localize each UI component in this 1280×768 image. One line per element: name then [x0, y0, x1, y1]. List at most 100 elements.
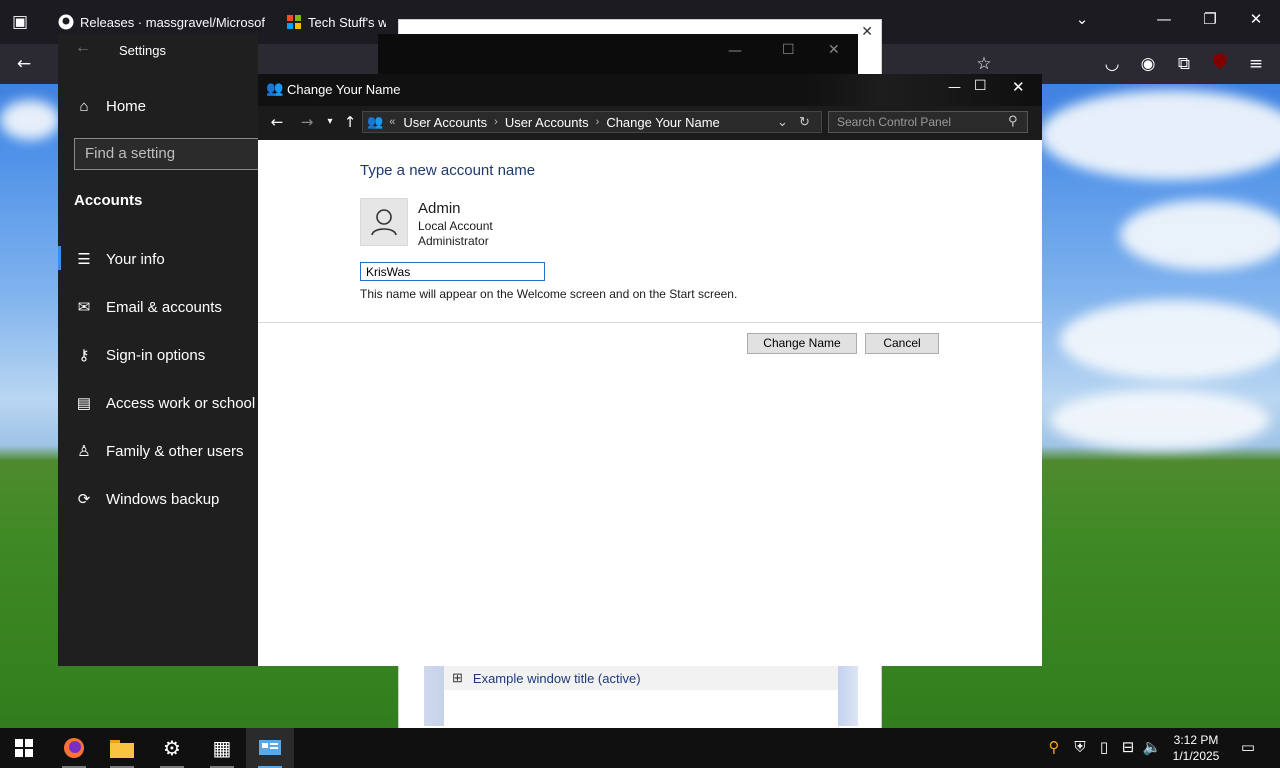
folder-icon — [110, 740, 134, 758]
sidebar-item-label: Access work or school — [106, 394, 256, 412]
network-icon[interactable]: ⊟ — [1118, 738, 1138, 756]
recent-locations-icon[interactable]: ▾ — [320, 116, 340, 127]
forward-arrow-icon[interactable]: → — [297, 113, 317, 131]
back-arrow-icon[interactable]: ← — [12, 52, 36, 76]
file-explorer-taskbar-button[interactable] — [98, 728, 146, 768]
find-setting-input[interactable]: Find a setting — [74, 138, 264, 170]
divider — [258, 322, 1042, 323]
search-icon[interactable]: ⚲ — [1044, 738, 1064, 756]
breadcrumb-item[interactable]: Change Your Name — [606, 115, 719, 130]
back-arrow-icon[interactable]: ← — [267, 113, 287, 131]
sidebar-item-home[interactable]: ⌂ Home — [74, 98, 146, 115]
cancel-button[interactable]: Cancel — [865, 333, 939, 354]
sidebar-item-your-info[interactable]: ☰ Your info — [74, 250, 165, 269]
key-icon: ⚷ — [78, 347, 90, 364]
ublock-icon[interactable] — [1208, 52, 1232, 76]
restore-icon[interactable]: ❐ — [1198, 10, 1222, 28]
change-name-button[interactable]: Change Name — [747, 333, 857, 354]
address-bar[interactable]: 👥 « User Accounts › User Accounts › Chan… — [362, 111, 822, 133]
breadcrumb-separator-icon[interactable]: › — [596, 116, 600, 128]
control-panel-taskbar-button[interactable] — [246, 728, 294, 768]
close-icon[interactable]: ✕ — [828, 42, 840, 58]
taskbar: ⚙ ▦ ⚲ ⛨ ▯ ⊟ 🔈 3:12 PM 1/1/2025 ▭ — [0, 728, 1280, 768]
minimize-icon[interactable]: — — [1152, 10, 1176, 28]
sidebar-item-label: Home — [106, 98, 147, 115]
example-window-titlebar: ⊞ Example window title (active) — [444, 666, 838, 690]
change-name-window: 👥 Change Your Name — ☐ ✕ ← → ▾ ↑ 👥 « Use… — [258, 74, 1042, 666]
clock-date: 1/1/2025 — [1172, 749, 1220, 763]
breadcrumb-item[interactable]: User Accounts — [505, 115, 589, 130]
tab-list-icon[interactable]: ▣ — [8, 10, 32, 34]
clock[interactable]: 3:12 PM 1/1/2025 — [1166, 732, 1226, 764]
sidebar-item-backup[interactable]: ⟳ Windows backup — [74, 490, 220, 509]
account-role: Administrator — [418, 234, 489, 248]
sidebar-item-signin[interactable]: ⚷ Sign-in options — [74, 346, 206, 365]
refresh-icon[interactable]: ↻ — [799, 114, 810, 130]
new-name-field[interactable] — [360, 262, 545, 281]
overflow-chevron-icon[interactable]: « — [389, 116, 395, 128]
github-icon — [58, 14, 74, 30]
windows-logo-icon — [15, 739, 33, 757]
person-add-icon: ♙ — [77, 443, 91, 460]
breadcrumb-item[interactable]: User Accounts — [403, 115, 487, 130]
security-shield-icon[interactable]: ⛨ — [1070, 738, 1090, 756]
users-icon: 👥 — [266, 81, 284, 97]
settings-title: Settings — [119, 43, 166, 58]
avatar — [360, 198, 408, 246]
extensions-icon[interactable]: ⧉ — [1172, 52, 1196, 76]
window-titlebar: 👥 Change Your Name — ☐ ✕ — [258, 74, 1042, 106]
chevron-down-icon[interactable]: ⌄ — [777, 114, 788, 130]
settings-taskbar-button[interactable]: ⚙ — [148, 728, 196, 768]
user-icon — [371, 209, 397, 236]
app-taskbar-button[interactable]: ▦ — [198, 728, 246, 768]
maximize-icon[interactable]: ☐ — [974, 78, 987, 94]
firefox-icon — [64, 738, 84, 758]
window-title: Change Your Name — [287, 82, 401, 97]
home-icon: ⌂ — [79, 98, 89, 115]
breadcrumb-separator-icon[interactable]: › — [494, 116, 498, 128]
search-control-panel-input[interactable]: Search Control Panel — [828, 111, 1028, 133]
example-window-title: Example window title (active) — [472, 670, 641, 686]
close-tab-icon[interactable]: ✕ — [265, 14, 268, 31]
close-icon[interactable]: ✕ — [861, 24, 873, 40]
up-arrow-icon[interactable]: ↑ — [340, 113, 360, 131]
gear-icon: ⚙ — [163, 736, 181, 760]
sidebar-item-label: Your info — [106, 250, 165, 268]
close-icon[interactable]: ✕ — [1244, 10, 1268, 28]
search-icon[interactable]: ⚲ — [1008, 114, 1018, 129]
tab-label: Releases · massgravel/Microsof — [80, 14, 265, 30]
hint-text: This name will appear on the Welcome scr… — [360, 287, 738, 301]
sidebar-item-label: Email & accounts — [106, 298, 222, 316]
maximize-icon[interactable]: ☐ — [782, 42, 795, 58]
window-icon: ⊞ — [452, 670, 463, 685]
minimize-icon[interactable]: — — [728, 43, 742, 59]
star-icon[interactable]: ☆ — [972, 52, 996, 76]
briefcase-icon: ▤ — [76, 395, 92, 412]
account-icon[interactable]: ◉ — [1136, 52, 1160, 76]
pocket-icon[interactable]: ◡ — [1100, 52, 1124, 76]
back-arrow-icon[interactable]: ← — [75, 39, 91, 57]
address-toolbar: ← → ▾ ↑ 👥 « User Accounts › User Account… — [258, 106, 1042, 140]
settings-window: ← Settings ⌂ Home Find a setting Account… — [58, 34, 264, 666]
close-icon[interactable]: ✕ — [1012, 78, 1025, 96]
control-panel-icon — [259, 740, 281, 755]
start-button[interactable] — [0, 728, 48, 768]
tab-techstuff[interactable]: Tech Stuff's websi — [276, 6, 386, 38]
sidebar-item-family[interactable]: ♙ Family & other users — [74, 442, 244, 461]
sidebar-item-label: Windows backup — [106, 490, 220, 508]
sidebar-item-email[interactable]: ✉ Email & accounts — [74, 298, 222, 317]
account-type: Local Account — [418, 219, 493, 233]
selection-indicator — [58, 246, 61, 270]
sidebar-item-work[interactable]: ▤ Access work or school — [74, 394, 256, 413]
clock-time: 3:12 PM — [1173, 733, 1219, 747]
volume-muted-icon[interactable]: 🔈 — [1142, 738, 1162, 756]
minimize-icon[interactable]: — — [948, 80, 961, 95]
sidebar-item-label: Family & other users — [106, 442, 244, 460]
firefox-taskbar-button[interactable] — [50, 728, 98, 768]
notifications-icon[interactable]: ▭ — [1238, 738, 1258, 756]
chevron-down-icon[interactable]: ⌄ — [1070, 10, 1094, 28]
usb-icon[interactable]: ▯ — [1094, 738, 1114, 756]
calculator-icon: ▦ — [212, 736, 232, 760]
tab-label: Tech Stuff's websi — [308, 14, 386, 30]
menu-icon[interactable]: ≡ — [1244, 52, 1268, 76]
